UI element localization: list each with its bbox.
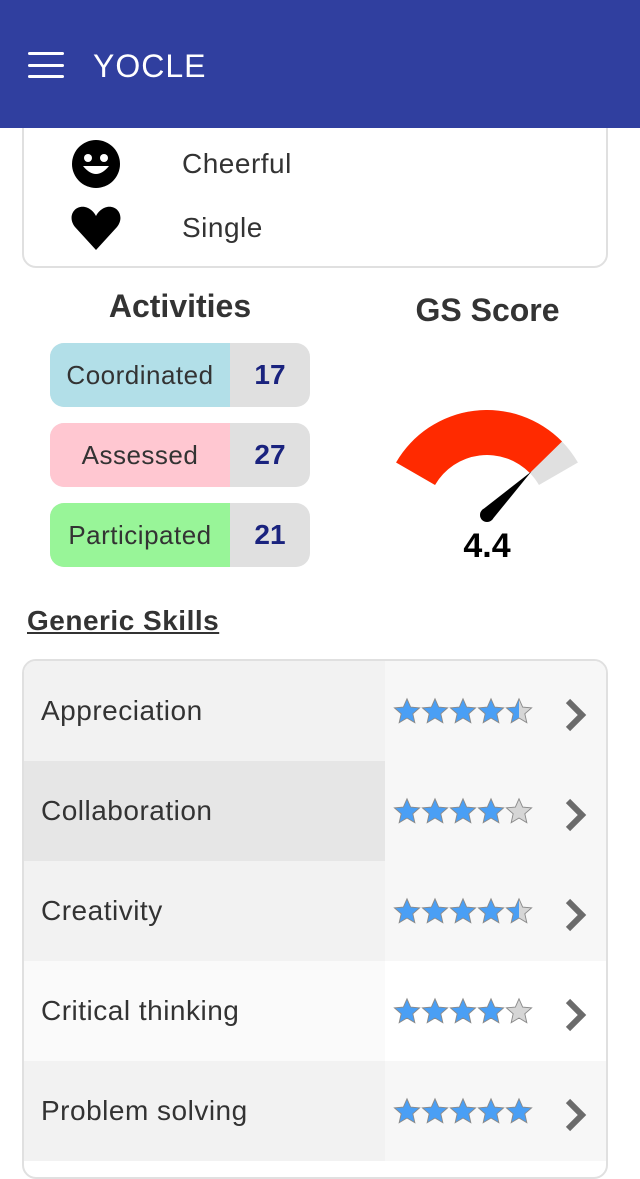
skill-name: Appreciation	[24, 661, 385, 761]
star-full-icon	[477, 797, 505, 824]
activity-coordinated[interactable]: Coordinated 17	[50, 343, 310, 407]
activity-label: Participated	[50, 503, 230, 567]
star-full-icon	[449, 1097, 477, 1124]
activity-count: 27	[254, 439, 286, 470]
skill-name: Problem solving	[24, 1061, 385, 1161]
star-empty-icon	[505, 797, 533, 824]
star-full-icon	[449, 897, 477, 924]
star-full-icon	[393, 797, 421, 824]
skill-row[interactable]: Collaboration	[24, 761, 606, 861]
star-full-icon	[421, 797, 449, 824]
app-bar: YOCLE	[0, 0, 640, 128]
gauge-value: 4.4	[463, 527, 510, 565]
star-full-icon	[449, 997, 477, 1024]
gs-score-gauge: 4.4	[396, 410, 578, 565]
trait-row-cheerful: Cheerful	[70, 138, 291, 190]
star-full-icon	[393, 997, 421, 1024]
star-full-icon	[449, 697, 477, 724]
star-full-icon	[393, 897, 421, 924]
gauge-hub	[480, 508, 494, 522]
smiley-icon	[70, 138, 122, 190]
skills-table: Appreciation Collaboration Creativity Criti…	[22, 659, 608, 1179]
skill-name: Creativity	[24, 861, 385, 961]
star-half-icon	[505, 697, 533, 724]
activity-count: 17	[254, 359, 286, 390]
star-full-icon	[477, 897, 505, 924]
chevron-right-icon[interactable]	[562, 997, 590, 1033]
star-rating	[393, 797, 533, 825]
chevron-right-icon[interactable]	[562, 1097, 590, 1133]
star-full-icon	[477, 697, 505, 724]
star-rating	[393, 1097, 533, 1125]
app-title: YOCLE	[93, 48, 207, 84]
star-rating	[393, 897, 533, 925]
star-full-icon	[477, 997, 505, 1024]
heart-icon	[70, 202, 122, 254]
star-half-icon	[505, 897, 533, 924]
star-full-icon	[505, 1097, 533, 1124]
activity-label: Assessed	[50, 423, 230, 487]
chevron-right-icon[interactable]	[562, 897, 590, 933]
skill-name: Collaboration	[24, 761, 385, 861]
skill-row[interactable]: Creativity	[24, 861, 606, 961]
trait-label: Cheerful	[182, 148, 292, 179]
star-empty-icon	[505, 997, 533, 1024]
star-full-icon	[393, 1097, 421, 1124]
activity-assessed[interactable]: Assessed 27	[50, 423, 310, 487]
activity-count: 21	[254, 519, 286, 550]
activity-participated[interactable]: Participated 21	[50, 503, 310, 567]
star-rating	[393, 697, 533, 725]
star-full-icon	[421, 997, 449, 1024]
star-rating	[393, 997, 533, 1025]
trait-row-single: Single	[70, 202, 262, 254]
chevron-right-icon[interactable]	[562, 797, 590, 833]
menu-icon[interactable]	[28, 52, 64, 78]
gs-score-title: GS Score	[415, 292, 560, 328]
star-full-icon	[421, 1097, 449, 1124]
star-full-icon	[421, 697, 449, 724]
star-full-icon	[449, 797, 477, 824]
activities-title: Activities	[108, 288, 252, 324]
skill-row[interactable]: Appreciation	[24, 661, 606, 761]
chevron-right-icon[interactable]	[562, 697, 590, 733]
skill-row[interactable]: Problem solving	[24, 1061, 606, 1161]
skill-name: Critical thinking	[24, 961, 385, 1061]
activity-label: Coordinated	[50, 343, 230, 407]
star-full-icon	[477, 1097, 505, 1124]
star-full-icon	[393, 697, 421, 724]
star-full-icon	[421, 897, 449, 924]
skill-row[interactable]: Critical thinking	[24, 961, 606, 1061]
generic-skills-title: Generic Skills	[27, 605, 220, 636]
trait-label: Single	[182, 212, 263, 243]
